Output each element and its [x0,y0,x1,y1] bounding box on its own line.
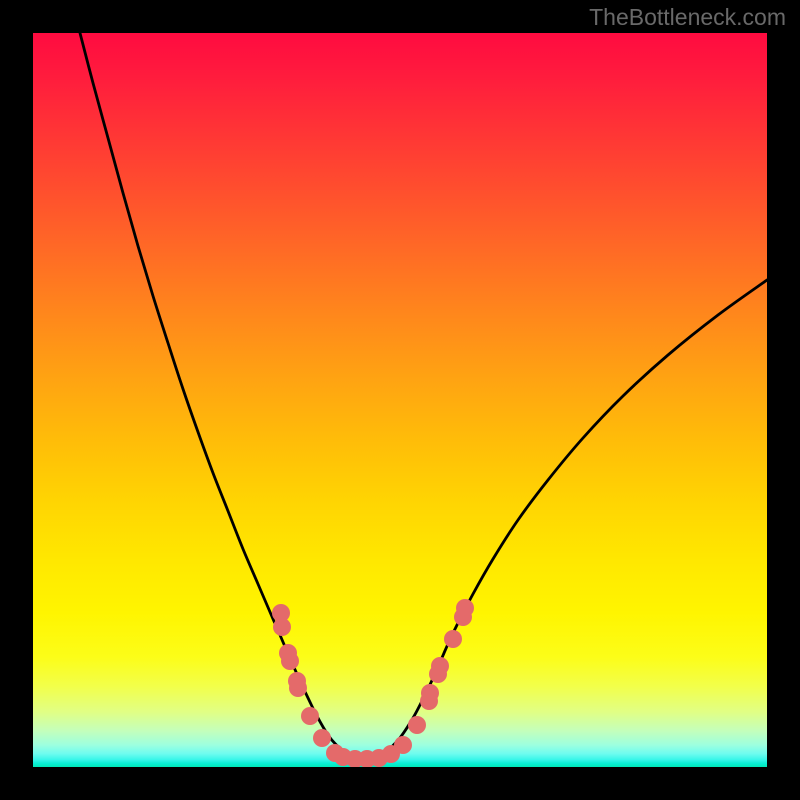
watermark-text: TheBottleneck.com [589,4,786,31]
curve-layer [33,33,767,767]
data-dot [456,599,474,617]
data-dot [313,729,331,747]
data-dot [421,684,439,702]
data-dot [431,657,449,675]
data-dot [273,618,291,636]
data-dot [394,736,412,754]
chart-frame: TheBottleneck.com [0,0,800,800]
data-dot [281,652,299,670]
data-dot [444,630,462,648]
dots-group [272,599,474,767]
right-curve-path [380,280,767,758]
plot-area [33,33,767,767]
left-curve-path [80,33,350,758]
data-dot [289,679,307,697]
data-dot [301,707,319,725]
data-dot [408,716,426,734]
